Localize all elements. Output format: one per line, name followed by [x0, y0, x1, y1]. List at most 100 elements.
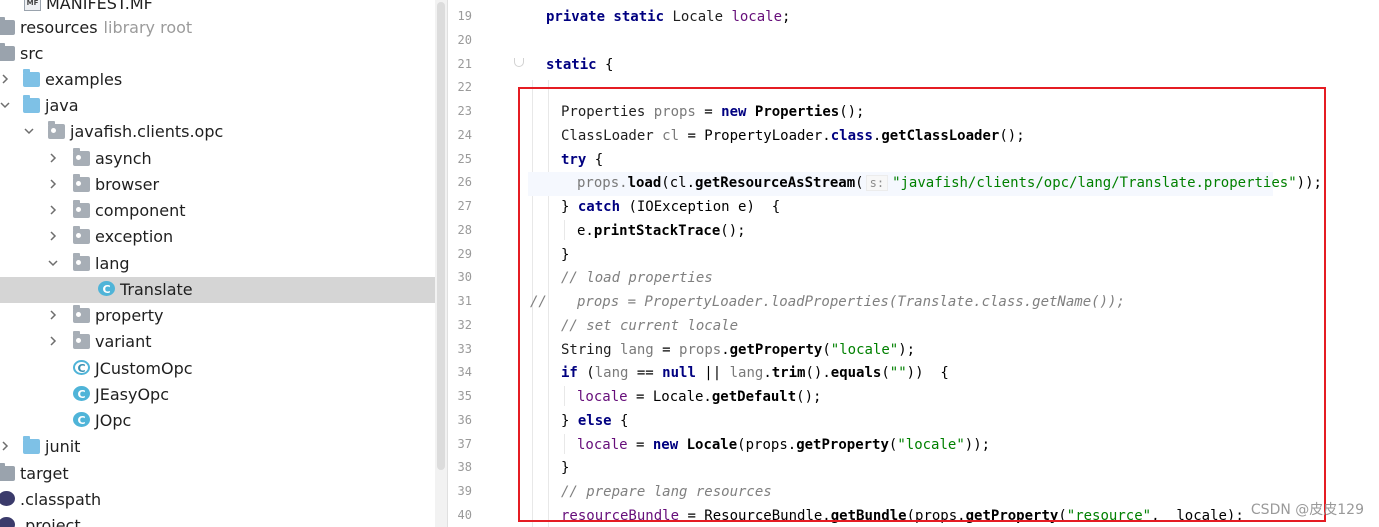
tree-item-jopc[interactable]: C JOpc [0, 408, 435, 434]
eclipse-file-icon [0, 517, 15, 527]
code-token: { [586, 152, 604, 168]
code-token: == [628, 365, 663, 381]
code-token: load [627, 175, 662, 191]
tree-item-label: variant [95, 332, 152, 351]
tree-item-label: junit [45, 437, 81, 456]
code-token: Locale [686, 437, 738, 453]
tree-item-classpath[interactable]: .classpath [0, 487, 435, 513]
code-token: = Locale. [627, 389, 712, 405]
code-line: if (lang == null || lang.trim().equals("… [561, 362, 949, 386]
source-folder-icon [23, 69, 40, 87]
code-token: lang [594, 365, 629, 381]
code-token: (props. [906, 508, 966, 524]
tree-scrollbar[interactable] [435, 0, 447, 527]
code-token: Properties [561, 104, 654, 120]
tree-item-label: lang [95, 254, 130, 273]
chevron-right-icon[interactable] [48, 310, 58, 320]
code-token: locale [577, 389, 628, 405]
eclipse-file-icon [0, 491, 15, 506]
chevron-right-icon[interactable] [48, 179, 58, 189]
code-token: getDefault [711, 389, 797, 405]
tree-item-junit[interactable]: junit [0, 434, 435, 460]
line-number: 38 [457, 460, 472, 474]
package-icon [73, 305, 90, 323]
code-token: props [679, 342, 722, 358]
tree-item-property[interactable]: property [0, 303, 435, 329]
tree-item-label: target [20, 464, 69, 483]
tree-item-label: resources library root [20, 18, 192, 37]
code-editor[interactable]: 19 20 21 22 23 24 25 26 27 28 29 30 31 3… [447, 0, 1379, 527]
line-number: 32 [457, 318, 472, 332]
chevron-right-icon[interactable] [48, 336, 58, 346]
line-number: 34 [457, 365, 472, 379]
code-token: catch [577, 199, 621, 215]
chevron-right-icon[interactable] [48, 231, 58, 241]
code-token: resourceBundle [561, 508, 680, 524]
tree-item-examples[interactable]: examples [0, 67, 435, 93]
manifest-file-icon: MF [24, 0, 41, 11]
tree-item-exception[interactable]: exception [0, 224, 435, 250]
tree-scrollbar-thumb[interactable] [437, 2, 445, 470]
line-number: 40 [457, 508, 472, 522]
tree-item-label: javafish.clients.opc [70, 122, 224, 141]
tree-item-variant[interactable]: variant [0, 329, 435, 355]
folder-icon [0, 463, 15, 481]
tree-item-jcustomopc[interactable]: C JCustomOpc [0, 356, 435, 382]
tree-item-java[interactable]: java [0, 93, 435, 119]
code-token: , locale); [1151, 508, 1244, 524]
code-line: locale = Locale.getDefault(); [577, 386, 821, 410]
tree-item-label: java [45, 96, 79, 115]
tree-item-component[interactable]: component [0, 198, 435, 224]
code-token: (cl. [661, 175, 696, 191]
code-token: cl [662, 128, 680, 144]
chevron-right-icon[interactable] [0, 441, 10, 451]
code-token: ( [822, 342, 831, 358]
tree-item-asynch[interactable]: asynch [0, 146, 435, 172]
tree-item-label: JEasyOpc [95, 385, 169, 404]
tree-item-project[interactable]: .project [0, 513, 435, 527]
tree-item-lang[interactable]: lang [0, 251, 435, 277]
tree-item-label: JCustomOpc [95, 359, 193, 378]
tree-item-label: src [20, 44, 44, 63]
tree-item-jeasyopc[interactable]: C JEasyOpc [0, 382, 435, 408]
code-string: "locale" [897, 437, 965, 453]
code-token: lang [620, 342, 654, 358]
tree-item-label: JOpc [95, 411, 132, 430]
code-line: // [530, 291, 547, 315]
chevron-right-icon[interactable] [0, 74, 10, 84]
tree-item-label: asynch [95, 149, 152, 168]
chevron-down-icon[interactable] [48, 258, 58, 268]
code-line: Properties props = new Properties(); [561, 101, 864, 125]
chevron-down-icon[interactable] [0, 100, 10, 110]
tree-item-resources[interactable]: resources library root [0, 15, 435, 41]
resources-label: resources [20, 18, 98, 37]
tree-item-target[interactable]: target [0, 461, 435, 487]
chevron-right-icon[interactable] [48, 205, 58, 215]
code-token: || [695, 365, 730, 381]
line-number: 21 [457, 57, 472, 71]
chevron-right-icon[interactable] [48, 153, 58, 163]
code-token: else [577, 413, 612, 429]
tree-item-browser[interactable]: browser [0, 172, 435, 198]
class-icon: C [98, 281, 115, 296]
code-token: ( [1058, 508, 1067, 524]
code-token: getResourceAsStream [695, 175, 856, 191]
chevron-down-icon[interactable] [24, 126, 34, 136]
code-token: ClassLoader [561, 128, 663, 144]
code-token: = [627, 437, 653, 453]
tree-item-javafish-clients-opc[interactable]: javafish.clients.opc [0, 119, 435, 145]
code-token: ); [898, 342, 916, 358]
code-token: = [653, 342, 680, 358]
code-area[interactable]: private static Locale locale; static { P… [508, 0, 1379, 527]
code-comment: // set current locale [561, 318, 739, 334]
code-token: new [652, 437, 687, 453]
code-token: )) { [906, 365, 949, 381]
code-token: String [561, 342, 621, 358]
tree-item-src[interactable]: src [0, 41, 435, 67]
class-icon: C [73, 386, 90, 401]
code-token: )); [964, 437, 991, 453]
package-icon [73, 200, 90, 218]
code-comment: props = PropertyLoader.loadProperties(Tr… [577, 294, 1125, 310]
code-token: lang [729, 365, 764, 381]
tree-item-translate[interactable]: C Translate [0, 277, 435, 303]
